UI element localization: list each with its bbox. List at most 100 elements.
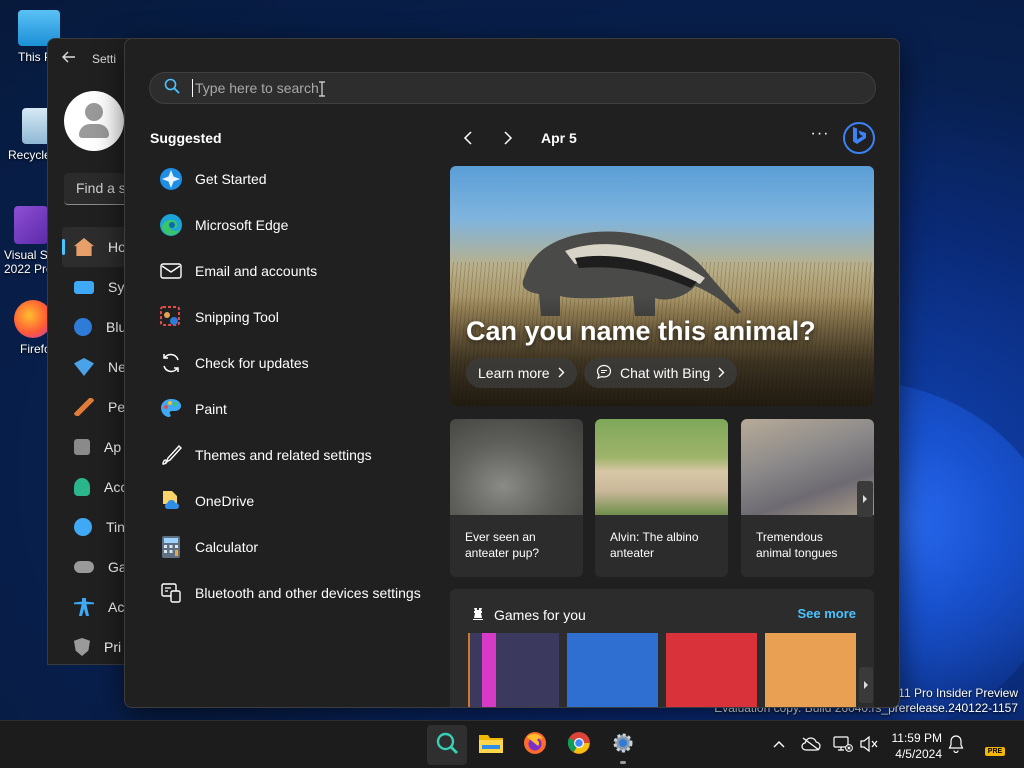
volume-tray-button[interactable] [858,733,880,755]
suggested-item-label: Themes and related settings [195,447,372,463]
system-icon [74,280,94,294]
mail-icon [159,259,183,283]
suggested-item-email-accounts[interactable]: Email and accounts [149,248,429,294]
suggested-item-label: Paint [195,401,227,417]
caret-right-icon [864,681,868,689]
search-flyout: Suggested Get Started Microsoft Edge Ema… [124,38,900,708]
chat-with-bing-label: Chat with Bing [620,365,711,381]
hero-title: Can you name this animal? [466,316,816,346]
next-day-button[interactable] [495,125,521,151]
suggested-item-label: Calculator [195,539,259,555]
highlight-card[interactable]: Alvin: The albino anteater [595,419,728,577]
brush-icon [159,443,183,467]
network-tray-button[interactable] [832,733,854,755]
text-cursor-icon [318,81,326,97]
suggested-item-paint[interactable]: Paint [149,386,429,432]
time-icon [74,518,92,536]
suggested-item-label: Snipping Tool [195,309,279,325]
more-options-button[interactable]: ··· [807,125,833,151]
file-explorer-icon [478,732,504,759]
chat-bubble-icon [596,364,612,383]
bing-button[interactable] [843,122,875,154]
cards-next-button[interactable] [857,481,873,517]
sidebar-item-label: Ap [104,439,122,455]
onedrive-tray-button[interactable] [800,733,822,755]
learn-more-button[interactable]: Learn more [466,358,577,388]
hero-card[interactable]: Can you name this animal? Learn more Cha… [450,166,874,406]
taskbar-firefox[interactable] [515,725,555,765]
cloud-offline-icon [801,737,821,751]
suggested-item-onedrive[interactable]: OneDrive [149,478,429,524]
suggested-item-edge[interactable]: Microsoft Edge [149,202,429,248]
search-box[interactable] [149,72,876,104]
notifications-button[interactable] [945,733,967,755]
taskbar-settings[interactable] [603,725,643,765]
suggested-item-get-started[interactable]: Get Started [149,156,429,202]
game-tile[interactable] [468,633,559,707]
suggested-item-bluetooth-devices[interactable]: Bluetooth and other devices settings [149,570,429,616]
back-arrow-icon[interactable] [62,51,76,66]
sidebar-item-label: Pri [104,639,122,655]
clock-date: 4/5/2024 [895,747,942,761]
clock-time: 11:59 PM [891,731,942,745]
search-input[interactable] [192,79,875,97]
visual-studio-icon [14,206,48,244]
accessibility-icon [74,598,94,616]
calculator-icon [159,535,183,559]
settings-titlebar: Setti [62,51,116,66]
suggested-heading: Suggested [150,130,222,146]
game-tile[interactable] [666,633,757,707]
clock[interactable]: 11:59 PM 4/5/2024 [884,730,942,762]
card-image [450,419,583,515]
search-icon [164,78,180,99]
chrome-icon [567,731,591,760]
chevron-right-icon [558,365,565,381]
suggested-item-snipping-tool[interactable]: Snipping Tool [149,294,429,340]
suggested-item-label: Microsoft Edge [195,217,289,233]
show-hidden-icons-button[interactable] [768,733,790,755]
taskbar: 11:59 PM 4/5/2024 PRE [0,720,1024,768]
suggested-item-label: Bluetooth and other devices settings [195,585,421,601]
suggested-item-themes[interactable]: Themes and related settings [149,432,429,478]
suggested-item-label: Email and accounts [195,263,318,279]
privacy-icon [74,638,90,656]
firefox-icon [523,731,547,760]
search-icon [435,731,459,760]
card-caption: Ever seen an anteater pup? [465,530,540,560]
chevron-right-icon [718,365,725,381]
gaming-icon [74,561,94,573]
speaker-muted-icon [860,736,878,752]
chat-with-bing-button[interactable]: Chat with Bing [584,358,738,388]
highlights-date: Apr 5 [541,130,577,146]
taskbar-search-button[interactable] [427,725,467,765]
bing-icon [850,126,868,151]
suggested-item-label: Check for updates [195,355,309,371]
refresh-icon [159,351,183,375]
avatar[interactable] [64,91,124,151]
taskbar-file-explorer[interactable] [471,725,511,765]
suggested-item-check-updates[interactable]: Check for updates [149,340,429,386]
games-header: Games for you [470,605,586,624]
highlights-header: Apr 5 ··· [455,122,875,154]
previous-day-button[interactable] [455,125,481,151]
highlight-card[interactable]: Ever seen an anteater pup? [450,419,583,577]
suggested-item-calculator[interactable]: Calculator [149,524,429,570]
personalization-icon [74,398,94,416]
game-tile[interactable] [567,633,658,707]
network-icon [74,358,94,376]
suggested-item-label: Get Started [195,171,267,187]
bell-icon [948,735,964,753]
settings-title: Setti [92,51,117,66]
game-tile[interactable] [765,633,856,707]
card-caption: Alvin: The albino anteater [610,530,699,560]
home-icon [74,238,94,256]
see-more-link[interactable]: See more [797,606,856,621]
games-next-button[interactable] [859,667,873,703]
network-icon [833,736,853,752]
highlight-card[interactable]: Tremendous animal tongues [741,419,874,577]
games-section: Games for you See more [450,589,874,707]
chess-icon [470,605,486,624]
devices-icon [159,581,183,605]
paint-icon [159,397,183,421]
taskbar-chrome[interactable] [559,725,599,765]
